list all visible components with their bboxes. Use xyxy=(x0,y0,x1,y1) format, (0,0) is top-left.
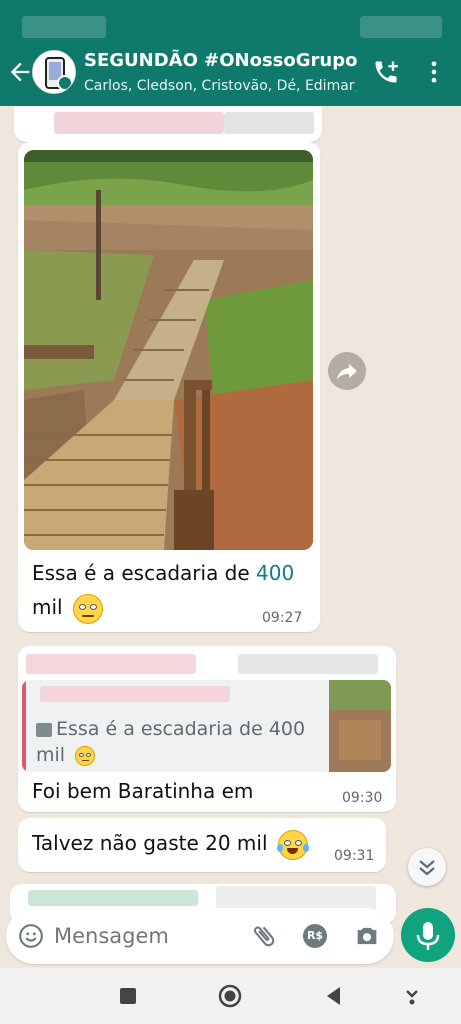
recents-square-icon[interactable] xyxy=(114,982,142,1010)
redacted-number xyxy=(224,112,314,134)
mic-button[interactable] xyxy=(401,908,455,962)
message-time: 09:31 xyxy=(334,848,375,864)
group-title[interactable]: SEGUNDÃO #ONossoGrupo xyxy=(84,50,357,71)
message-text: Talvez não gaste 20 mil xyxy=(32,826,310,860)
tears-of-joy-emoji-icon xyxy=(276,829,310,860)
add-call-icon[interactable] xyxy=(372,58,400,86)
message-composer[interactable]: R$ xyxy=(6,908,394,964)
scroll-down-icon[interactable] xyxy=(408,848,446,886)
status-icons-redacted xyxy=(360,16,442,38)
boardwalk-photo xyxy=(24,150,313,550)
forward-icon[interactable] xyxy=(328,352,366,390)
redacted-number xyxy=(238,654,378,674)
quoted-thumbnail xyxy=(329,680,391,772)
group-members[interactable]: Carlos, Cledson, Cristovão, Dé, Edimar,.… xyxy=(84,78,356,94)
message-time: 09:30 xyxy=(342,790,383,806)
caption-prefix: Essa é a escadaria de xyxy=(32,561,257,585)
redacted-sender xyxy=(28,890,198,906)
emoji-icon[interactable] xyxy=(18,923,44,949)
rolling-eyes-emoji-icon xyxy=(75,745,96,766)
quote-accent-bar xyxy=(22,680,26,772)
reply-text: Foi bem Baratinha em xyxy=(32,779,254,803)
image-icon xyxy=(36,722,52,737)
caption-suffix: mil xyxy=(32,595,63,619)
back-arrow-icon[interactable] xyxy=(6,58,34,86)
camera-icon[interactable] xyxy=(353,922,381,950)
quoted-text-line2: mil xyxy=(36,744,66,766)
redacted-quoted-sender xyxy=(40,686,230,702)
system-nav-bar xyxy=(0,968,461,1024)
quoted-text-line1: Essa é a escadaria de 400 xyxy=(56,718,306,740)
hide-nav-icon[interactable] xyxy=(398,982,426,1010)
message-text-content: Talvez não gaste 20 mil xyxy=(32,831,268,855)
previous-message-bubble[interactable] xyxy=(14,106,322,142)
message-photo[interactable] xyxy=(24,150,313,550)
home-circle-icon[interactable] xyxy=(216,982,244,1010)
redacted-sender xyxy=(26,654,196,674)
caption-number-link[interactable]: 400 xyxy=(256,561,294,585)
payment-icon[interactable]: R$ xyxy=(303,924,327,948)
quoted-text: Essa é a escadaria de 400 mil xyxy=(36,716,305,768)
group-badge-icon xyxy=(57,75,73,91)
attach-icon[interactable] xyxy=(250,922,278,950)
back-triangle-icon[interactable] xyxy=(320,982,348,1010)
group-avatar[interactable] xyxy=(32,50,76,94)
status-time-redacted xyxy=(22,16,106,38)
chat-header: SEGUNDÃO #ONossoGrupo Carlos, Cledson, C… xyxy=(0,40,461,106)
more-vertical-icon[interactable] xyxy=(420,58,448,86)
mic-icon xyxy=(416,922,440,950)
rolling-eyes-emoji-icon xyxy=(72,593,103,624)
quoted-message[interactable]: Essa é a escadaria de 400 mil xyxy=(22,680,391,772)
message-input[interactable] xyxy=(54,920,240,952)
redacted-sender xyxy=(54,112,224,134)
message-time: 09:27 xyxy=(262,610,303,626)
